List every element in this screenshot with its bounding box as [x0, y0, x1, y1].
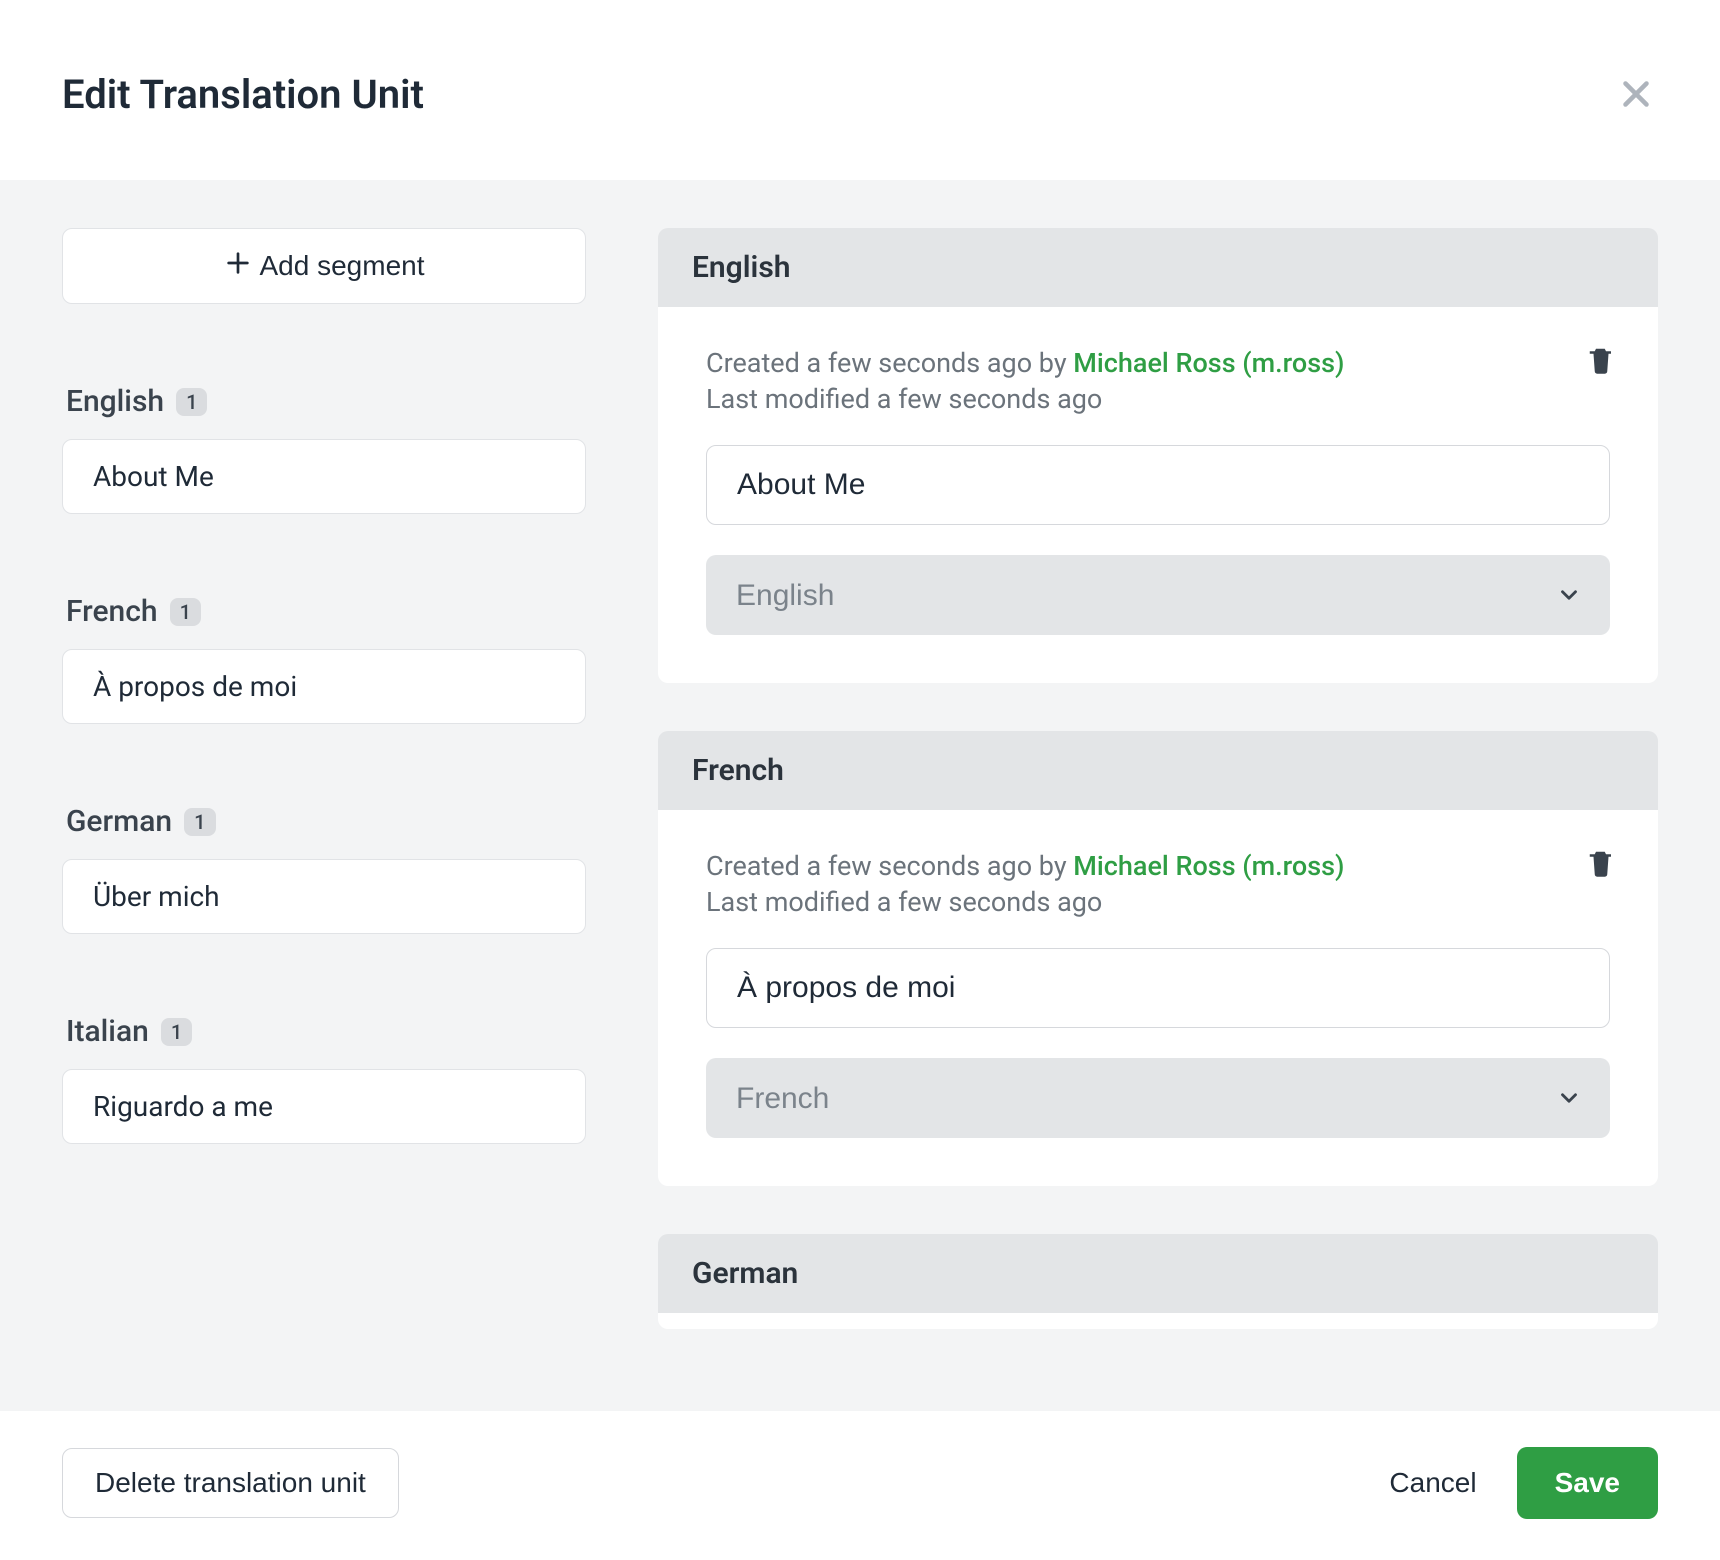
section-french: French Created a few seconds ago by Mich… — [658, 731, 1658, 1186]
modal-header: Edit Translation Unit — [0, 0, 1720, 180]
sidebar-group-french: French 1 À propos de moi — [62, 594, 586, 724]
section-body: Created a few seconds ago by Michael Ros… — [658, 307, 1658, 683]
trash-icon — [1586, 846, 1616, 880]
modal-body: Add segment English 1 About Me French 1 … — [0, 180, 1720, 1411]
count-badge: 1 — [184, 808, 215, 836]
modified-line: Last modified a few seconds ago — [706, 886, 1610, 918]
plus-icon — [224, 249, 252, 284]
sidebar-group-name: Italian — [66, 1014, 149, 1049]
segment-text-input[interactable] — [706, 948, 1610, 1028]
segment-item[interactable]: Über mich — [62, 859, 586, 934]
sidebar-group-german: German 1 Über mich — [62, 804, 586, 934]
segment-item[interactable]: About Me — [62, 439, 586, 514]
created-line: Created a few seconds ago by Michael Ros… — [706, 850, 1610, 882]
segment-text-input[interactable] — [706, 445, 1610, 525]
modified-line: Last modified a few seconds ago — [706, 383, 1610, 415]
delete-translation-unit-button[interactable]: Delete translation unit — [62, 1448, 399, 1518]
trash-icon — [1586, 343, 1616, 377]
add-segment-button[interactable]: Add segment — [62, 228, 586, 304]
sidebar-group-header: English 1 — [62, 384, 586, 419]
sidebar: Add segment English 1 About Me French 1 … — [62, 228, 586, 1363]
created-prefix: Created a few seconds ago by — [706, 850, 1073, 882]
language-select[interactable]: French — [706, 1058, 1610, 1138]
save-button[interactable]: Save — [1517, 1447, 1658, 1519]
main-panel: English Created a few seconds ago by Mic… — [658, 228, 1658, 1363]
sidebar-group-name: French — [66, 594, 158, 629]
modal-title: Edit Translation Unit — [62, 71, 424, 118]
count-badge: 1 — [161, 1018, 192, 1046]
language-select-wrap: English — [706, 555, 1610, 635]
modal-footer: Delete translation unit Cancel Save — [0, 1411, 1720, 1555]
section-header: English — [658, 228, 1658, 307]
sidebar-group-italian: Italian 1 Riguardo a me — [62, 1014, 586, 1144]
sidebar-group-name: English — [66, 384, 164, 419]
sidebar-group-header: French 1 — [62, 594, 586, 629]
sidebar-group-english: English 1 About Me — [62, 384, 586, 514]
delete-segment-button[interactable] — [1586, 343, 1616, 377]
footer-right: Cancel Save — [1389, 1447, 1658, 1519]
segment-item[interactable]: À propos de moi — [62, 649, 586, 724]
user-link[interactable]: Michael Ross (m.ross) — [1073, 850, 1344, 882]
sidebar-group-header: Italian 1 — [62, 1014, 586, 1049]
count-badge: 1 — [170, 598, 201, 626]
sidebar-group-header: German 1 — [62, 804, 586, 839]
add-segment-label: Add segment — [260, 250, 425, 282]
close-button[interactable] — [1610, 68, 1662, 120]
count-badge: 1 — [176, 388, 207, 416]
created-line: Created a few seconds ago by Michael Ros… — [706, 347, 1610, 379]
created-prefix: Created a few seconds ago by — [706, 347, 1073, 379]
close-icon — [1618, 76, 1654, 112]
cancel-button[interactable]: Cancel — [1389, 1467, 1476, 1499]
section-german: German — [658, 1234, 1658, 1329]
language-select[interactable]: English — [706, 555, 1610, 635]
section-header: German — [658, 1234, 1658, 1313]
section-body-peek — [658, 1313, 1658, 1329]
user-link[interactable]: Michael Ross (m.ross) — [1073, 347, 1344, 379]
section-english: English Created a few seconds ago by Mic… — [658, 228, 1658, 683]
language-select-wrap: French — [706, 1058, 1610, 1138]
section-body: Created a few seconds ago by Michael Ros… — [658, 810, 1658, 1186]
segment-item[interactable]: Riguardo a me — [62, 1069, 586, 1144]
sidebar-group-name: German — [66, 804, 172, 839]
section-header: French — [658, 731, 1658, 810]
delete-segment-button[interactable] — [1586, 846, 1616, 880]
